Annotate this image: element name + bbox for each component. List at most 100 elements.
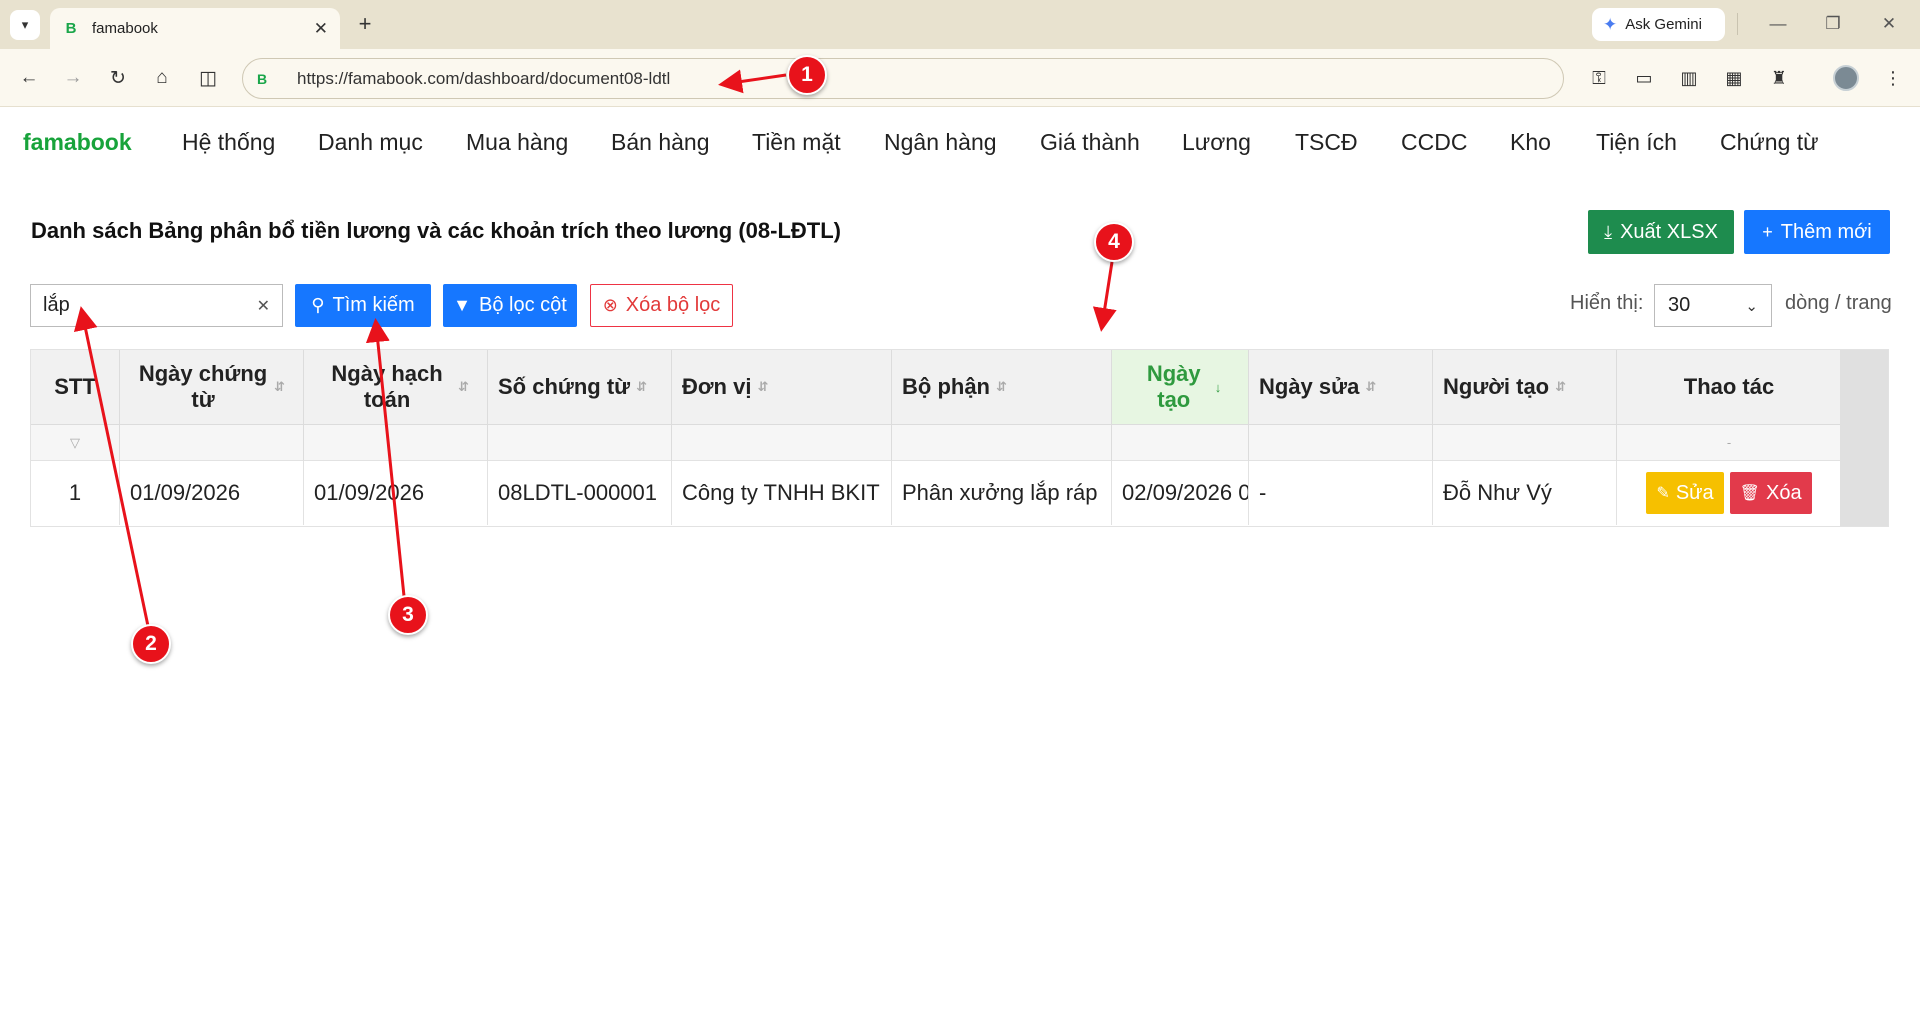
cell-ngay-tao: 02/09/2026 0 bbox=[1112, 461, 1249, 525]
export-label: Xuất XLSX bbox=[1620, 220, 1718, 243]
tab-title: famabook bbox=[92, 20, 158, 37]
window-close-icon[interactable]: ✕ bbox=[1874, 10, 1904, 38]
close-circle-icon: ⊗ bbox=[602, 295, 618, 315]
column-header-ngay-sua[interactable]: Ngày sửa ⇵ bbox=[1249, 350, 1433, 425]
minimize-icon[interactable]: — bbox=[1763, 10, 1793, 38]
add-new-button[interactable]: + Thêm mới bbox=[1744, 210, 1890, 254]
menu-tscd[interactable]: TSCĐ bbox=[1295, 129, 1358, 156]
site-info-icon[interactable]: B bbox=[257, 71, 277, 87]
menu-ccdc[interactable]: CCDC bbox=[1401, 129, 1467, 156]
search-button-label: Tìm kiếm bbox=[332, 294, 415, 316]
restore-icon[interactable]: ❐ bbox=[1818, 10, 1848, 38]
edit-button[interactable]: ✎ Sửa bbox=[1646, 472, 1724, 514]
browser-tabstrip: ▾ B famabook ✕ + ✦ Ask Gemini — ❐ ✕ bbox=[0, 0, 1920, 49]
payment-card-icon[interactable]: ▭ bbox=[1629, 63, 1659, 93]
sort-icon[interactable]: ⇵ bbox=[636, 379, 647, 395]
column-header-ngay-hach-toan[interactable]: Ngày hạch toán ⇵ bbox=[304, 350, 488, 425]
url-text[interactable]: https://famabook.com/dashboard/document0… bbox=[297, 69, 670, 89]
column-header-don-vi[interactable]: Đơn vị ⇵ bbox=[672, 350, 892, 425]
per-page-label: dòng / trang bbox=[1785, 292, 1892, 314]
filter-cell: - bbox=[1617, 425, 1842, 461]
column-filter-button[interactable]: ▼ Bộ lọc cột bbox=[443, 284, 577, 327]
annotation-marker-2: 2 bbox=[131, 624, 171, 664]
filter-cell[interactable] bbox=[672, 425, 892, 461]
menu-tien-ich[interactable]: Tiện ích bbox=[1596, 129, 1677, 156]
filter-cell[interactable] bbox=[304, 425, 488, 461]
clear-filter-button[interactable]: ⊗ Xóa bộ lọc bbox=[590, 284, 733, 327]
column-header-stt[interactable]: STT bbox=[31, 350, 120, 425]
sort-icon[interactable]: ⇵ bbox=[996, 379, 1007, 395]
search-icon: ⚲ bbox=[311, 295, 325, 315]
filter-cell[interactable] bbox=[892, 425, 1112, 461]
menu-he-thong[interactable]: Hệ thống bbox=[182, 129, 275, 156]
reading-mode-icon[interactable]: ◫ bbox=[193, 63, 223, 93]
clear-search-icon[interactable]: ✕ bbox=[257, 296, 270, 316]
menu-mua-hang[interactable]: Mua hàng bbox=[466, 129, 568, 156]
menu-danh-muc[interactable]: Danh mục bbox=[318, 129, 423, 156]
plus-icon: + bbox=[358, 11, 372, 36]
column-header-bo-phan[interactable]: Bộ phận ⇵ bbox=[892, 350, 1112, 425]
cell-don-vi: Công ty TNHH BKIT bbox=[672, 461, 892, 525]
menu-kho[interactable]: Kho bbox=[1510, 129, 1551, 156]
filter-icon: ▽ bbox=[70, 434, 80, 450]
export-xlsx-button[interactable]: ⤓ Xuất XLSX bbox=[1588, 210, 1734, 254]
menu-chung-tu[interactable]: Chứng từ bbox=[1720, 129, 1819, 156]
home-icon[interactable]: ⌂ bbox=[147, 63, 177, 93]
search-input[interactable]: lắp ✕ bbox=[30, 284, 283, 327]
profile-avatar[interactable] bbox=[1833, 65, 1859, 91]
menu-ngan-hang[interactable]: Ngân hàng bbox=[884, 129, 997, 156]
key-icon[interactable]: ⚿ bbox=[1584, 63, 1614, 93]
incognito-icon[interactable]: ♜ bbox=[1764, 63, 1794, 93]
delete-button[interactable]: 🗑 Xóa bbox=[1729, 472, 1812, 514]
filter-cell[interactable] bbox=[1112, 425, 1249, 461]
brand-logo[interactable]: famabook bbox=[23, 129, 132, 156]
annotation-marker-4: 4 bbox=[1094, 222, 1134, 262]
sort-descending-icon[interactable]: ↓ bbox=[1215, 380, 1222, 395]
cell-so-chung-tu[interactable]: 08LDTL-000001 bbox=[488, 461, 672, 525]
cell-ngay-sua: - bbox=[1249, 461, 1433, 525]
column-header-thao-tac: Thao tác bbox=[1617, 350, 1842, 425]
close-icon[interactable]: ✕ bbox=[314, 19, 328, 39]
column-header-ngay-chung-tu[interactable]: Ngày chứng từ ⇵ bbox=[120, 350, 304, 425]
new-tab-button[interactable]: + bbox=[352, 11, 378, 37]
menu-tien-mat[interactable]: Tiền mặt bbox=[752, 129, 841, 156]
sort-icon[interactable]: ⇵ bbox=[1365, 379, 1376, 395]
divider bbox=[1737, 13, 1738, 35]
menu-gia-thanh[interactable]: Giá thành bbox=[1040, 129, 1140, 156]
column-header-nguoi-tao[interactable]: Người tạo ⇵ bbox=[1433, 350, 1617, 425]
filter-cell[interactable] bbox=[488, 425, 672, 461]
search-button[interactable]: ⚲ Tìm kiếm bbox=[295, 284, 431, 327]
tab-list-button[interactable]: ▾ bbox=[10, 10, 40, 40]
sort-icon[interactable]: ⇵ bbox=[458, 379, 469, 395]
filter-cell[interactable] bbox=[1249, 425, 1433, 461]
back-icon[interactable]: ← bbox=[14, 63, 44, 93]
page-size-select[interactable]: 30 ⌄ bbox=[1654, 284, 1772, 327]
annotation-marker-1: 1 bbox=[787, 55, 827, 95]
forward-icon[interactable]: → bbox=[58, 63, 88, 93]
more-menu-icon[interactable]: ⋮ bbox=[1878, 63, 1908, 93]
column-header-ngay-tao[interactable]: Ngày tạo ↓ bbox=[1112, 350, 1249, 425]
reading-list-icon[interactable]: ▥ bbox=[1674, 63, 1704, 93]
ask-gemini-button[interactable]: ✦ Ask Gemini bbox=[1592, 8, 1725, 41]
menu-ban-hang[interactable]: Bán hàng bbox=[611, 129, 709, 156]
menu-luong[interactable]: Lương bbox=[1182, 129, 1251, 156]
annotation-marker-3: 3 bbox=[388, 595, 428, 635]
column-header-so-chung-tu[interactable]: Số chứng từ ⇵ bbox=[488, 350, 672, 425]
filter-cell[interactable] bbox=[120, 425, 304, 461]
filter-row-icon[interactable]: ▽ bbox=[31, 425, 120, 461]
ask-gemini-label: Ask Gemini bbox=[1625, 16, 1702, 33]
sort-icon[interactable]: ⇵ bbox=[1555, 379, 1566, 395]
add-label: Thêm mới bbox=[1780, 220, 1872, 243]
reload-icon[interactable]: ↻ bbox=[103, 63, 133, 93]
cell-bo-phan: Phân xưởng lắp ráp bbox=[892, 461, 1112, 525]
tab-search-icon[interactable]: ▦ bbox=[1719, 63, 1749, 93]
cell-nguoi-tao: Đỗ Như Vý bbox=[1433, 461, 1617, 525]
filter-cell[interactable] bbox=[1433, 425, 1617, 461]
filter-icon: ▼ bbox=[453, 295, 471, 315]
page-size-label: Hiển thị: bbox=[1570, 292, 1644, 314]
address-bar[interactable]: B https://famabook.com/dashboard/documen… bbox=[242, 58, 1564, 99]
browser-tab[interactable]: B famabook ✕ bbox=[50, 8, 340, 49]
search-value[interactable]: lắp bbox=[43, 294, 70, 317]
sort-icon[interactable]: ⇵ bbox=[757, 379, 768, 395]
sort-icon[interactable]: ⇵ bbox=[274, 379, 285, 395]
